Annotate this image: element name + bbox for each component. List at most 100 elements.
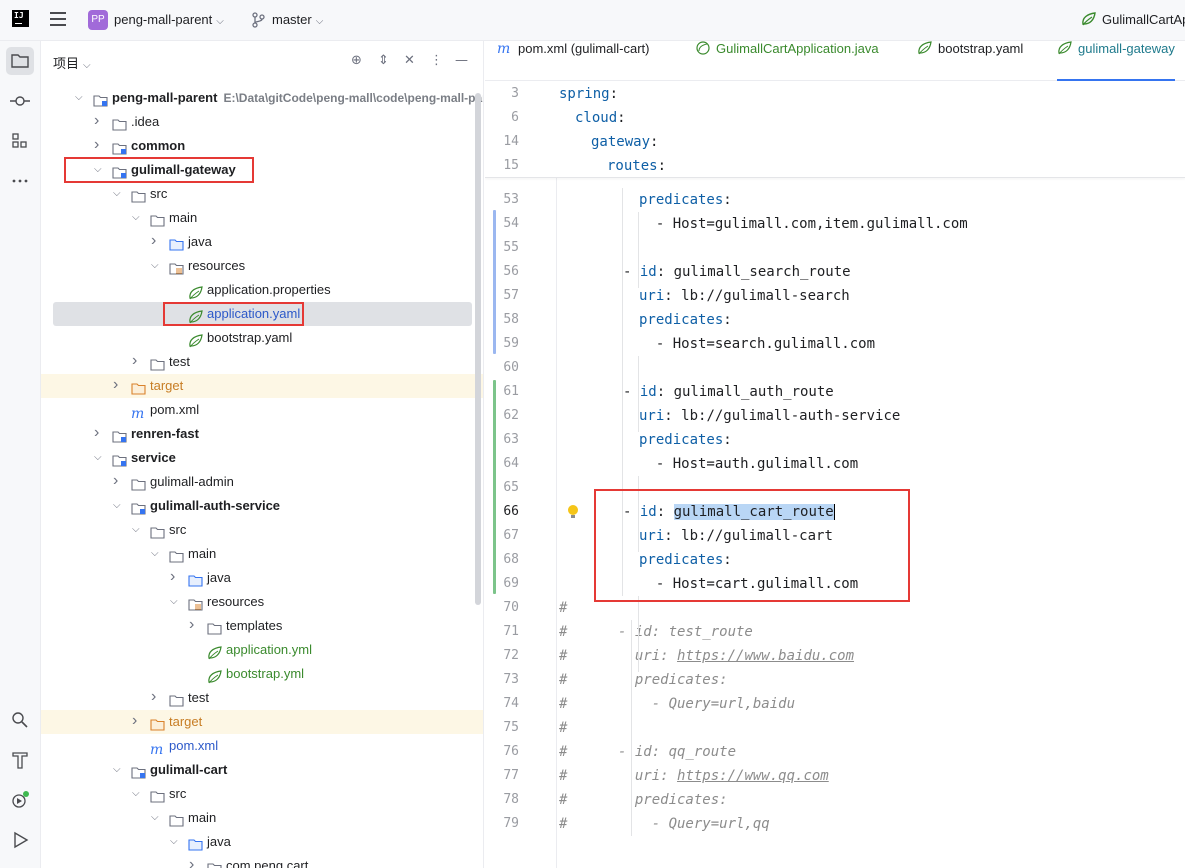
code-line[interactable]: 60 (485, 356, 1185, 380)
chevron-down-icon[interactable]: ⌵ (132, 206, 144, 230)
tree-item[interactable]: › target (41, 710, 483, 734)
tree-item[interactable]: application.properties (41, 278, 483, 302)
tree-item[interactable]: bootstrap.yaml (41, 326, 483, 350)
tree-item[interactable]: › com.peng.cart (41, 854, 483, 868)
code-line[interactable]: 6 cloud: (485, 106, 1185, 130)
editor-tab[interactable]: m pom.xml (gulimall-cart) (497, 41, 649, 81)
code-line[interactable]: 54 - Host=gulimall.com,item.gulimall.com (485, 212, 1185, 236)
project-tool-button[interactable] (6, 47, 34, 75)
code-line[interactable]: 71 # - id: test_route (485, 620, 1185, 644)
chevron-right-icon[interactable]: › (189, 614, 201, 636)
expand-all-icon[interactable]: ⇕ (378, 53, 389, 68)
tree-item[interactable]: › test (41, 686, 483, 710)
code-line[interactable]: 59 - Host=search.gulimall.com (485, 332, 1185, 356)
code-line[interactable]: 77 # uri: https://www.qq.com (485, 764, 1185, 788)
code-line[interactable]: 15 routes: (485, 154, 1185, 178)
chevron-down-icon[interactable]: ⌵ (113, 182, 125, 206)
project-badge[interactable]: PP (88, 10, 108, 30)
run-tool-button[interactable] (6, 826, 34, 854)
code-line[interactable]: 74 # - Query=url,baidu (485, 692, 1185, 716)
chevron-right-icon[interactable]: › (151, 686, 163, 708)
locate-file-icon[interactable]: ⊕ (351, 53, 362, 68)
chevron-right-icon[interactable]: › (132, 350, 144, 372)
chevron-right-icon[interactable]: › (170, 566, 182, 588)
chevron-down-icon[interactable]: ⌵ (113, 758, 125, 782)
project-view-selector[interactable]: 项目 ⌵ (53, 53, 91, 72)
chevron-right-icon[interactable]: › (189, 854, 201, 868)
tree-item[interactable]: ⌵ main (41, 806, 483, 830)
tree-item[interactable]: ⌵ java (41, 830, 483, 854)
structure-tool-button[interactable] (6, 127, 34, 155)
code-line[interactable]: 53 predicates: (485, 188, 1185, 212)
editor-tab[interactable]: GulimallCartApplication.java (695, 41, 879, 81)
tree-item[interactable]: m pom.xml (41, 734, 483, 758)
commit-tool-button[interactable] (6, 87, 34, 115)
tree-item[interactable]: bootstrap.yml (41, 662, 483, 686)
code-line[interactable]: 79 # - Query=url,qq (485, 812, 1185, 836)
hide-panel-icon[interactable]: — (455, 53, 468, 68)
chevron-down-icon[interactable]: ⌵ (170, 830, 182, 854)
tree-item[interactable]: ⌵ resources (41, 254, 483, 278)
tree-item[interactable]: › .idea (41, 110, 483, 134)
code-line[interactable]: 78 # predicates: (485, 788, 1185, 812)
code-line[interactable]: 58 predicates: (485, 308, 1185, 332)
tree-item[interactable]: › java (41, 230, 483, 254)
tree-item[interactable]: › gulimall-admin (41, 470, 483, 494)
tree-item[interactable]: m pom.xml (41, 398, 483, 422)
chevron-down-icon[interactable]: ⌵ (170, 590, 182, 614)
code-line[interactable]: 75 # (485, 716, 1185, 740)
tree-item[interactable]: › java (41, 566, 483, 590)
collapse-all-icon[interactable]: ✕ (404, 53, 415, 68)
tree-item[interactable]: ⌵ resources (41, 590, 483, 614)
tree-item[interactable]: ⌵ service (41, 446, 483, 470)
chevron-down-icon[interactable]: ⌵ (151, 254, 163, 278)
chevron-right-icon[interactable]: › (113, 470, 125, 492)
main-menu-icon[interactable] (50, 12, 66, 26)
services-tool-button[interactable] (6, 786, 34, 814)
code-line[interactable]: 73 # predicates: (485, 668, 1185, 692)
intention-bulb-icon[interactable] (567, 504, 579, 520)
more-tools-button[interactable] (6, 167, 34, 195)
run-configuration-selector[interactable]: GulimallCartAp (1080, 11, 1185, 27)
chevron-right-icon[interactable]: › (113, 374, 125, 396)
code-line[interactable]: 62 uri: lb://gulimall-auth-service (485, 404, 1185, 428)
chevron-down-icon[interactable]: ⌵ (151, 806, 163, 830)
tree-item[interactable]: ⌵ src (41, 782, 483, 806)
tree-item[interactable]: ⌵ src (41, 182, 483, 206)
code-line[interactable]: 14 gateway: (485, 130, 1185, 154)
code-line[interactable]: 3 spring: (485, 82, 1185, 106)
tree-item[interactable]: ⌵ main (41, 206, 483, 230)
chevron-down-icon[interactable]: ⌵ (132, 782, 144, 806)
editor-tab[interactable]: bootstrap.yaml (917, 41, 1023, 81)
tree-item[interactable]: › target (41, 374, 483, 398)
search-tool-button[interactable] (6, 706, 34, 734)
tree-item[interactable]: application.yml (41, 638, 483, 662)
code-line[interactable]: 61 - id: gulimall_auth_route (485, 380, 1185, 404)
editor-tab[interactable]: gulimall-gateway (1057, 41, 1175, 81)
chevron-right-icon[interactable]: › (94, 422, 106, 444)
chevron-right-icon[interactable]: › (132, 710, 144, 732)
chevron-down-icon[interactable]: ⌵ (94, 446, 106, 470)
tree-item[interactable]: ⌵ main (41, 542, 483, 566)
branch-switcher[interactable]: master ⌵ (272, 12, 323, 27)
chevron-right-icon[interactable]: › (151, 230, 163, 252)
tree-item[interactable]: › test (41, 350, 483, 374)
chevron-down-icon[interactable]: ⌵ (113, 494, 125, 518)
tree-item[interactable]: › common (41, 134, 483, 158)
chevron-right-icon[interactable]: › (94, 110, 106, 132)
code-line[interactable]: 64 - Host=auth.gulimall.com (485, 452, 1185, 476)
code-editor[interactable]: 53 predicates: 54 - Host=gulimall.com,item… (485, 82, 1185, 868)
project-scrollbar[interactable] (475, 93, 481, 605)
code-line[interactable]: 72 # uri: https://www.baidu.com (485, 644, 1185, 668)
tree-item[interactable]: ⌵ src (41, 518, 483, 542)
code-line[interactable]: 55 (485, 236, 1185, 260)
tree-item[interactable]: › renren-fast (41, 422, 483, 446)
chevron-down-icon[interactable]: ⌵ (151, 542, 163, 566)
tree-item[interactable]: ⌵ gulimall-cart (41, 758, 483, 782)
options-icon[interactable]: ⋮ (430, 53, 443, 68)
code-line[interactable]: 63 predicates: (485, 428, 1185, 452)
build-tool-button[interactable] (6, 746, 34, 774)
intellij-logo-icon[interactable]: IJ (12, 10, 29, 27)
chevron-down-icon[interactable]: ⌵ (132, 518, 144, 542)
chevron-right-icon[interactable]: › (94, 134, 106, 156)
